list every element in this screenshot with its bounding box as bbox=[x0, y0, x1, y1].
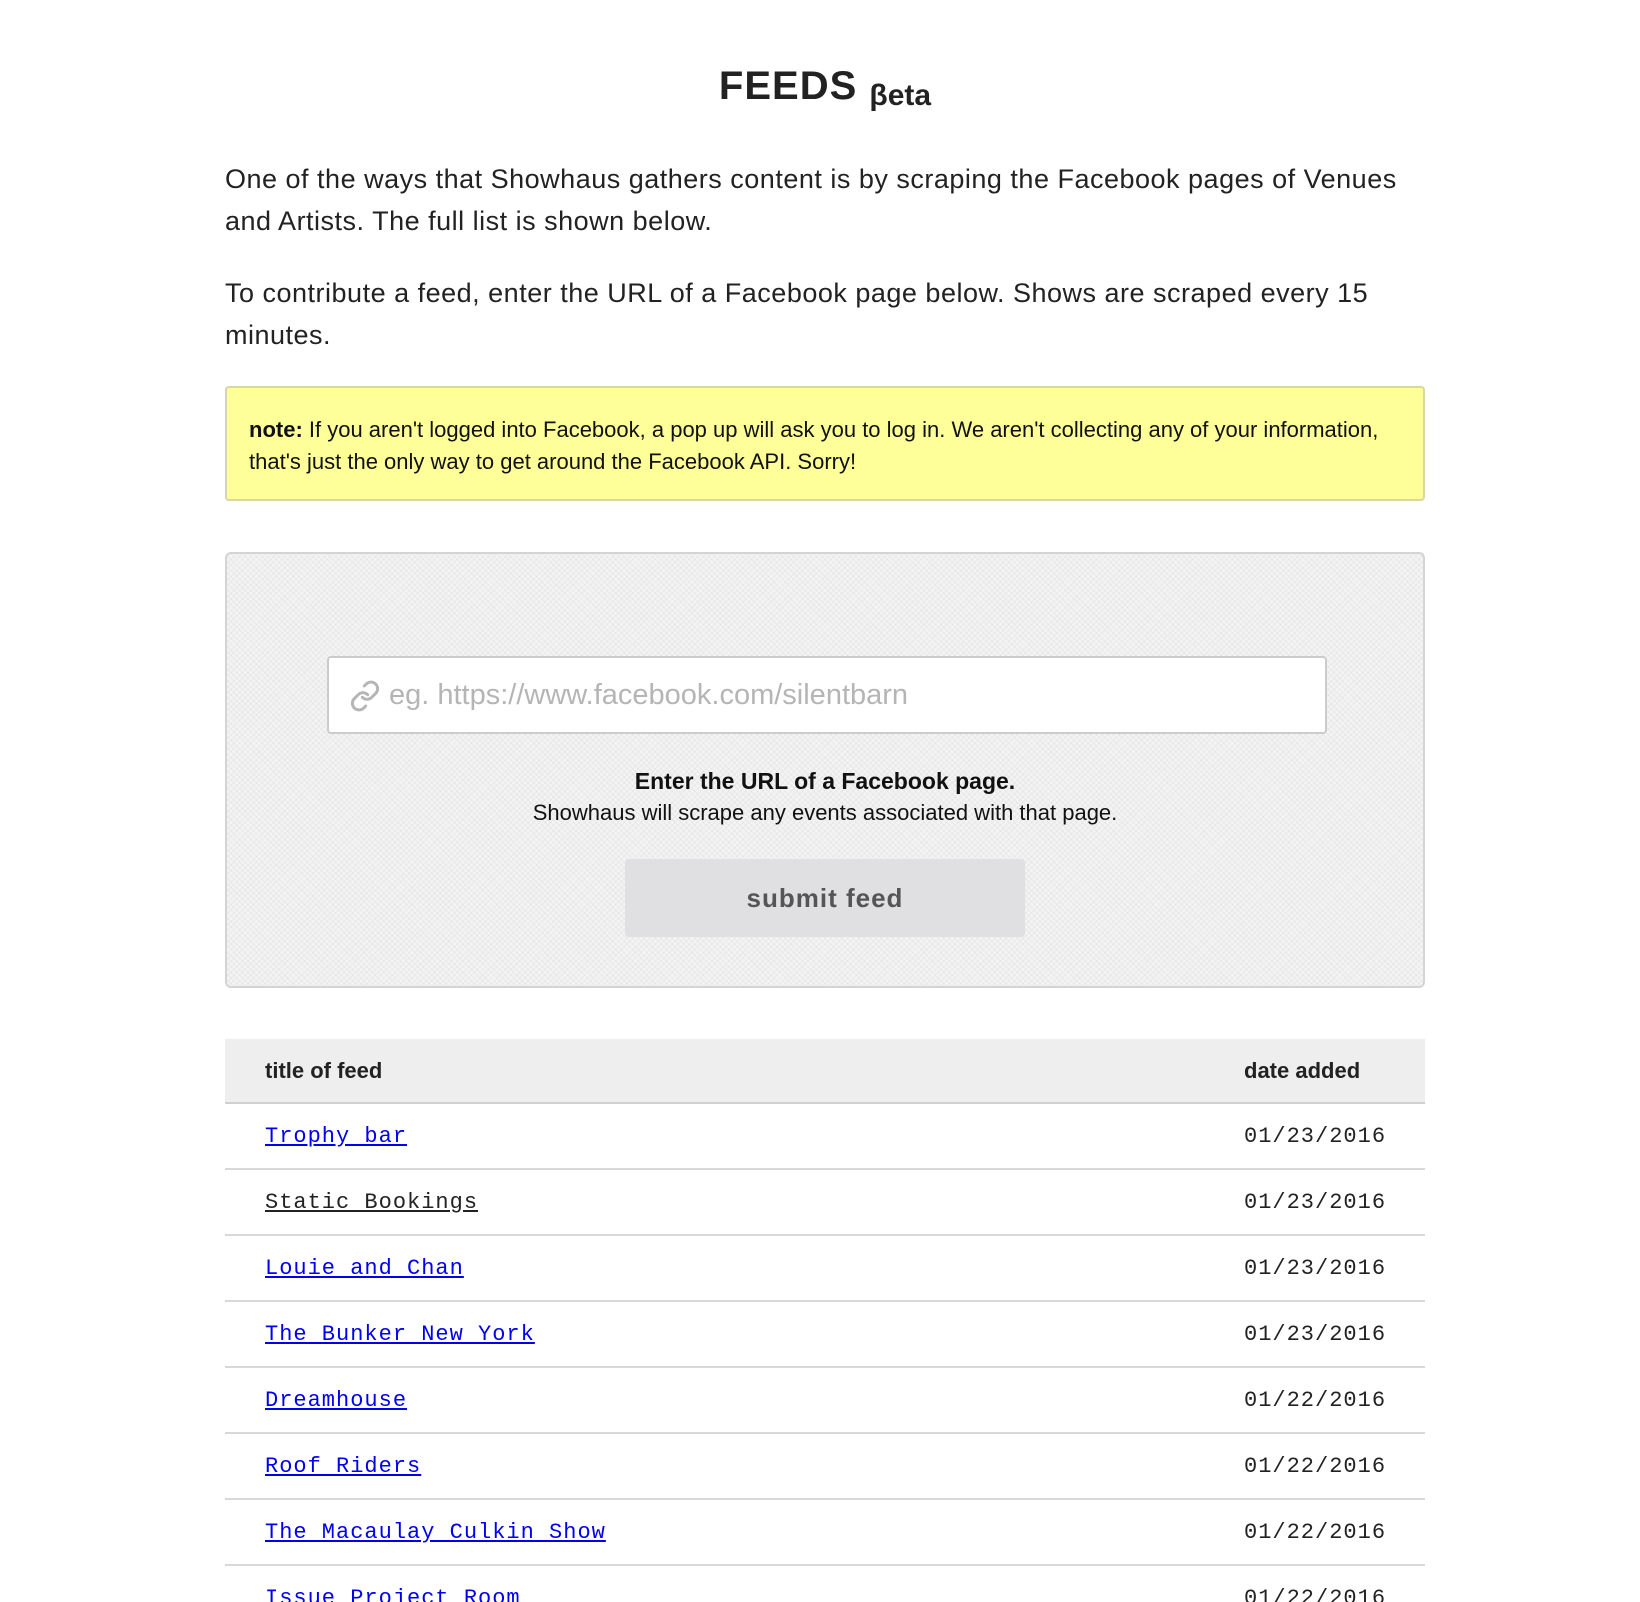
feed-title-cell: Dreamhouse bbox=[225, 1367, 1243, 1433]
feed-title-link[interactable]: Louie and Chan bbox=[265, 1256, 464, 1281]
feeds-table: title of feed date added Trophy bar 01/23… bbox=[225, 1039, 1425, 1602]
feed-title-link[interactable]: The Macaulay Culkin Show bbox=[265, 1520, 606, 1545]
feed-date-cell: 01/22/2016 bbox=[1244, 1585, 1387, 1602]
table-header-row: title of feed date added bbox=[225, 1039, 1425, 1104]
feed-title-cell: Louie and Chan bbox=[225, 1235, 1243, 1301]
table-row: Trophy bar 01/23/2016 bbox=[225, 1103, 1425, 1169]
feed-title-link[interactable]: Dreamhouse bbox=[265, 1388, 407, 1413]
page-title-text: FEEDS bbox=[718, 64, 858, 108]
feed-title-link[interactable]: The Bunker New York bbox=[265, 1322, 535, 1347]
feed-date-cell: 01/22/2016 bbox=[1244, 1453, 1387, 1479]
intro-paragraph-1: One of the ways that Showhaus gathers co… bbox=[225, 164, 1397, 236]
table-row: Roof Riders 01/22/2016 bbox=[225, 1433, 1425, 1499]
note-text: If you aren't logged into Facebook, a po… bbox=[249, 417, 1379, 474]
table-row: Issue Project Room 01/22/2016 bbox=[225, 1565, 1425, 1602]
beta-badge: βeta bbox=[869, 79, 932, 112]
column-header-title[interactable]: title of feed bbox=[225, 1039, 1243, 1104]
feed-date-cell: 01/23/2016 bbox=[1244, 1123, 1387, 1149]
table-row: Dreamhouse 01/22/2016 bbox=[225, 1367, 1425, 1433]
feed-title-cell: Roof Riders bbox=[225, 1433, 1243, 1499]
helper-heading: Enter the URL of a Facebook page. bbox=[634, 768, 1016, 794]
feed-title-link[interactable]: Roof Riders bbox=[265, 1454, 421, 1479]
table-row: Louie and Chan 01/23/2016 bbox=[225, 1235, 1425, 1301]
feed-title-link[interactable]: Static Bookings bbox=[265, 1190, 478, 1215]
feed-title-cell: Trophy bar bbox=[225, 1103, 1243, 1169]
feed-title-link[interactable]: Trophy bar bbox=[265, 1124, 407, 1149]
url-input-wrapper[interactable] bbox=[327, 656, 1327, 734]
feed-title-cell: The Bunker New York bbox=[225, 1301, 1243, 1367]
feed-date-cell: 01/23/2016 bbox=[1244, 1321, 1387, 1347]
intro-paragraph-2: To contribute a feed, enter the URL of a… bbox=[225, 278, 1369, 350]
link-icon bbox=[350, 680, 380, 712]
feed-title-cell: The Macaulay Culkin Show bbox=[225, 1499, 1243, 1565]
submit-feed-form: Enter the URL of a Facebook page. Showha… bbox=[225, 552, 1425, 988]
page: FEEDS βeta One of the ways that Showhaus… bbox=[0, 0, 1640, 1602]
feed-date-cell: 01/23/2016 bbox=[1244, 1189, 1387, 1215]
feed-date-cell: 01/22/2016 bbox=[1244, 1519, 1387, 1545]
feeds-table-body: Trophy bar 01/23/2016 Static Bookings 01/23… bbox=[225, 1103, 1425, 1602]
column-header-date[interactable]: date added bbox=[1243, 1039, 1425, 1104]
note-banner: note: If you aren't logged into Facebook… bbox=[225, 386, 1425, 501]
page-title: FEEDS βeta bbox=[225, 64, 1425, 112]
table-row: The Macaulay Culkin Show 01/22/2016 bbox=[225, 1499, 1425, 1565]
feed-title-link[interactable]: Issue Project Room bbox=[265, 1586, 521, 1602]
feed-title-cell: Static Bookings bbox=[225, 1169, 1243, 1235]
helper-subtext: Showhaus will scrape any events associat… bbox=[532, 800, 1118, 825]
table-row: The Bunker New York 01/23/2016 bbox=[225, 1301, 1425, 1367]
feed-title-cell: Issue Project Room bbox=[225, 1565, 1243, 1602]
feed-date-cell: 01/23/2016 bbox=[1244, 1255, 1387, 1281]
table-row: Static Bookings 01/23/2016 bbox=[225, 1169, 1425, 1235]
facebook-url-input[interactable] bbox=[389, 658, 1309, 732]
note-label: note: bbox=[249, 417, 303, 442]
submit-feed-button[interactable]: submit feed bbox=[625, 859, 1025, 937]
feed-date-cell: 01/22/2016 bbox=[1244, 1387, 1387, 1413]
